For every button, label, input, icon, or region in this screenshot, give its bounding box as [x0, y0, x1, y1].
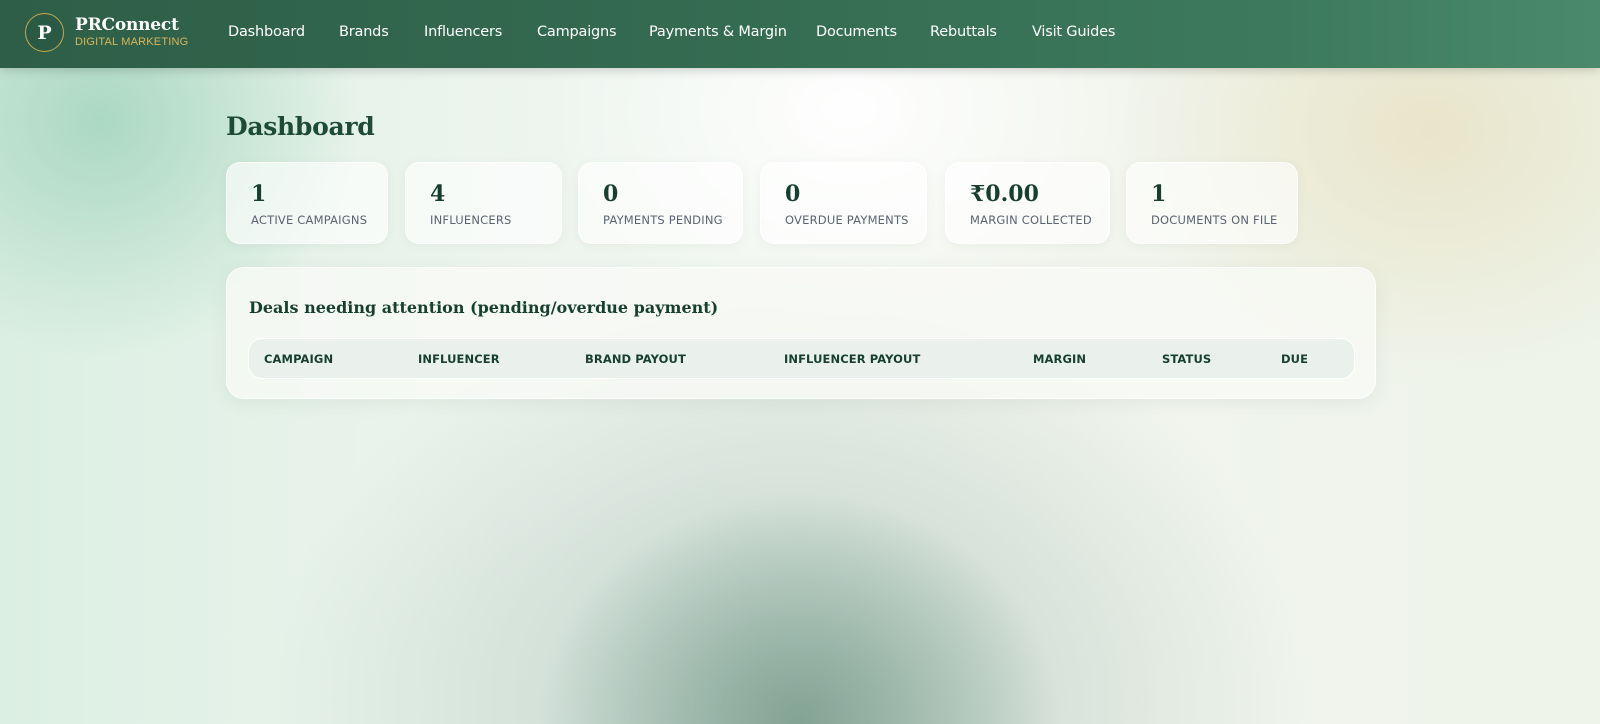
- stat-value: 0: [785, 181, 801, 207]
- stat-card-payments-pending[interactable]: 0 PAYMENTS PENDING: [578, 162, 743, 244]
- stat-value: 1: [1151, 181, 1167, 207]
- column-header-due: DUE: [1281, 352, 1309, 366]
- stat-value: 0: [603, 181, 619, 207]
- main-nav: Dashboard Brands Influencers Campaigns P…: [0, 0, 1600, 68]
- top-navigation-bar: P PRConnect DIGITAL MARKETING Dashboard …: [0, 0, 1600, 68]
- stat-card-influencers[interactable]: 4 INFLUENCERS: [405, 162, 562, 244]
- stat-card-overdue-payments[interactable]: 0 OVERDUE PAYMENTS: [760, 162, 927, 244]
- nav-item-rebuttals[interactable]: Rebuttals: [930, 24, 997, 40]
- stat-card-margin-collected[interactable]: ₹0.00 MARGIN COLLECTED: [945, 162, 1110, 244]
- column-header-influencer-payout: INFLUENCER PAYOUT: [784, 352, 921, 366]
- stat-label: OVERDUE PAYMENTS: [785, 213, 909, 227]
- column-header-influencer: INFLUENCER: [418, 352, 500, 366]
- nav-item-documents[interactable]: Documents: [816, 24, 897, 40]
- nav-item-brands[interactable]: Brands: [339, 24, 389, 40]
- stat-label: MARGIN COLLECTED: [970, 213, 1092, 227]
- column-header-status: STATUS: [1162, 352, 1212, 366]
- stat-label: ACTIVE CAMPAIGNS: [251, 213, 368, 227]
- nav-item-influencers[interactable]: Influencers: [424, 24, 502, 40]
- nav-item-campaigns[interactable]: Campaigns: [537, 24, 617, 40]
- column-header-campaign: CAMPAIGN: [264, 352, 334, 366]
- page-title: Dashboard: [226, 112, 375, 141]
- stat-label: PAYMENTS PENDING: [603, 213, 723, 227]
- stat-value: 1: [251, 181, 267, 207]
- deals-attention-panel: Deals needing attention (pending/overdue…: [226, 267, 1376, 399]
- nav-item-dashboard[interactable]: Dashboard: [228, 24, 305, 40]
- stat-card-active-campaigns[interactable]: 1 ACTIVE CAMPAIGNS: [226, 162, 388, 244]
- column-header-margin: MARGIN: [1033, 352, 1087, 366]
- nav-item-visit-guides[interactable]: Visit Guides: [1032, 24, 1115, 40]
- stat-label: INFLUENCERS: [430, 213, 512, 227]
- stat-value: ₹0.00: [970, 181, 1039, 207]
- nav-item-payments-margin[interactable]: Payments & Margin: [649, 24, 787, 40]
- panel-title: Deals needing attention (pending/overdue…: [249, 298, 719, 317]
- column-header-brand-payout: BRAND PAYOUT: [585, 352, 686, 366]
- stat-card-documents-on-file[interactable]: 1 DOCUMENTS ON FILE: [1126, 162, 1298, 244]
- stat-value: 4: [430, 181, 446, 207]
- deals-table-header: CAMPAIGN INFLUENCER BRAND PAYOUT INFLUEN…: [248, 338, 1355, 379]
- stat-label: DOCUMENTS ON FILE: [1151, 213, 1278, 227]
